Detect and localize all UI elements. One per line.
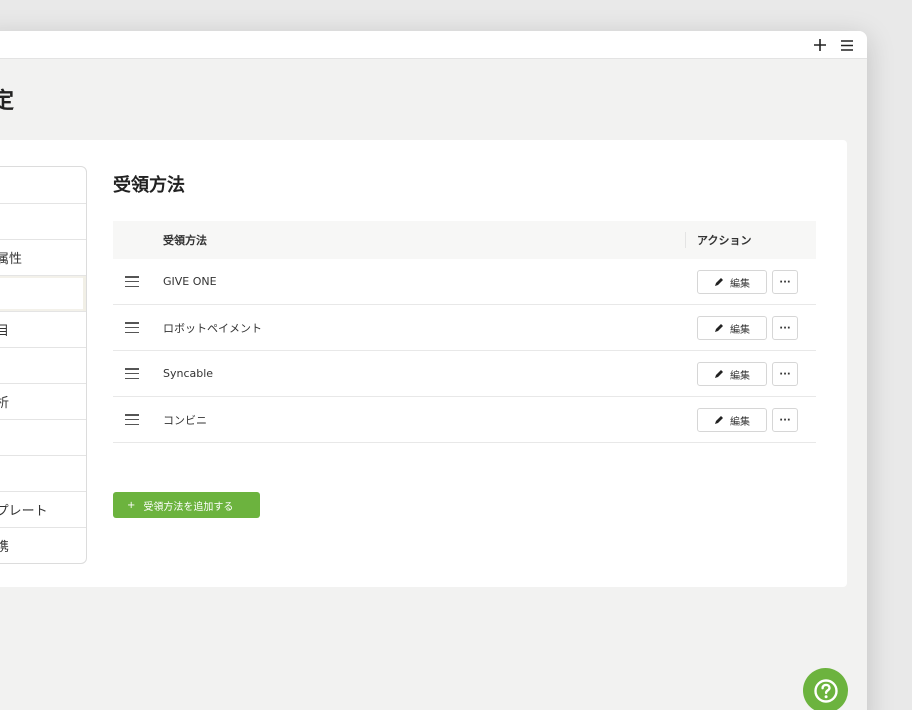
sidenav-item-6[interactable] (0, 347, 86, 383)
top-bar (0, 31, 867, 59)
sidenav-item-11[interactable]: 連携 (0, 527, 86, 563)
edit-button[interactable]: 編集 (697, 316, 767, 340)
drag-handle-icon[interactable] (125, 322, 139, 333)
help-button[interactable] (803, 668, 848, 710)
sidenav-item-7[interactable]: 解析 (0, 383, 86, 419)
edit-button[interactable]: 編集 (697, 362, 767, 386)
column-header-name: 受領方法 (163, 234, 207, 247)
drag-handle-icon[interactable] (125, 414, 139, 425)
more-button[interactable]: ··· (772, 362, 798, 386)
settings-sidenav: ソ ト属性 項目 解析 定 ンプレート 連携 (0, 166, 87, 564)
table-row: Syncable 編集 ··· (113, 351, 816, 397)
sidenav-item-4-active[interactable] (0, 275, 86, 311)
add-receipt-method-button[interactable]: + 受領方法を追加する (113, 492, 260, 518)
row-name: コンビニ (163, 413, 207, 427)
sidenav-item-8[interactable] (0, 419, 86, 455)
pencil-icon (715, 416, 723, 424)
sidenav-item-9[interactable]: 定 (0, 455, 86, 491)
table-row: GIVE ONE 編集 ··· (113, 259, 816, 305)
more-button[interactable]: ··· (772, 316, 798, 340)
column-header-action: アクション (697, 234, 752, 247)
column-divider (685, 232, 686, 248)
sidenav-item-2[interactable]: ソ (0, 203, 86, 239)
pencil-icon (715, 370, 723, 378)
help-icon (813, 678, 838, 703)
row-name: GIVE ONE (163, 275, 217, 288)
table-header: 受領方法 アクション (113, 221, 816, 259)
more-button[interactable]: ··· (772, 408, 798, 432)
receipt-methods-table: 受領方法 アクション GIVE ONE 編集 ··· ロボットペイメント 編集 (113, 221, 816, 443)
row-name: Syncable (163, 367, 214, 380)
plus-icon: + (127, 499, 136, 511)
edit-label: 編集 (730, 370, 750, 382)
sidenav-item-10[interactable]: ンプレート (0, 491, 86, 527)
edit-label: 編集 (730, 324, 750, 336)
more-button[interactable]: ··· (772, 270, 798, 294)
sidenav-item-1[interactable] (0, 167, 86, 203)
table-row: コンビニ 編集 ··· (113, 397, 816, 443)
table-row: ロボットペイメント 編集 ··· (113, 305, 816, 351)
row-name: ロボットペイメント (163, 321, 262, 335)
drag-handle-icon[interactable] (125, 276, 139, 287)
page-title: 定 (0, 89, 15, 114)
edit-button[interactable]: 編集 (697, 270, 767, 294)
app-window: 定 ソ ト属性 項目 解析 定 ンプレート 連携 受領方法 受領方法 アクション (0, 31, 867, 710)
edit-button[interactable]: 編集 (697, 408, 767, 432)
menu-icon[interactable] (837, 35, 857, 55)
pencil-icon (715, 278, 723, 286)
sidenav-item-3[interactable]: ト属性 (0, 239, 86, 275)
add-button-label: 受領方法を追加する (143, 501, 234, 513)
section-title: 受領方法 (113, 175, 185, 196)
edit-label: 編集 (730, 278, 750, 290)
settings-card: ソ ト属性 項目 解析 定 ンプレート 連携 受領方法 受領方法 アクション G… (0, 140, 847, 587)
edit-label: 編集 (730, 416, 750, 428)
plus-icon[interactable] (810, 35, 830, 55)
pencil-icon (715, 324, 723, 332)
sidenav-item-5[interactable]: 項目 (0, 311, 86, 347)
drag-handle-icon[interactable] (125, 368, 139, 379)
